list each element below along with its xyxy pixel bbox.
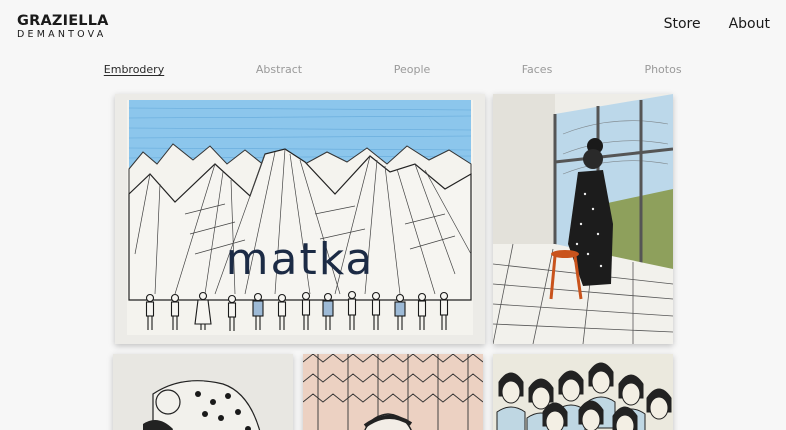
artwork-woman-window-image — [493, 94, 673, 344]
nav-store-link[interactable]: Store — [664, 16, 701, 32]
artwork-mountains-tile[interactable]: matka — [115, 94, 485, 344]
artwork-woman-window-tile[interactable] — [493, 94, 673, 344]
artwork-faces-group-tile[interactable] — [493, 354, 673, 430]
tab-people[interactable]: People — [394, 63, 431, 76]
top-nav: Store About — [664, 16, 770, 32]
artwork-leopard-image — [113, 354, 293, 430]
tab-embrodery[interactable]: Embrodery — [104, 63, 164, 76]
brand-logo[interactable]: GRAZIELLA DEMANTOVA — [17, 13, 109, 41]
artwork-mountains-image: matka — [115, 94, 485, 344]
artwork-matka-text: matka — [226, 234, 375, 285]
nav-about-link[interactable]: About — [729, 16, 770, 32]
artwork-leopard-tile[interactable] — [113, 354, 293, 430]
artwork-faces-group-image — [493, 354, 673, 430]
artwork-zigzag-tile[interactable] — [303, 354, 483, 430]
artwork-zigzag-image — [303, 354, 483, 430]
brand-name: GRAZIELLA — [17, 13, 109, 29]
brand-surname: DEMANTOVA — [17, 29, 107, 40]
tab-faces[interactable]: Faces — [522, 63, 553, 76]
tab-abstract[interactable]: Abstract — [256, 63, 302, 76]
tab-photos[interactable]: Photos — [644, 63, 681, 76]
